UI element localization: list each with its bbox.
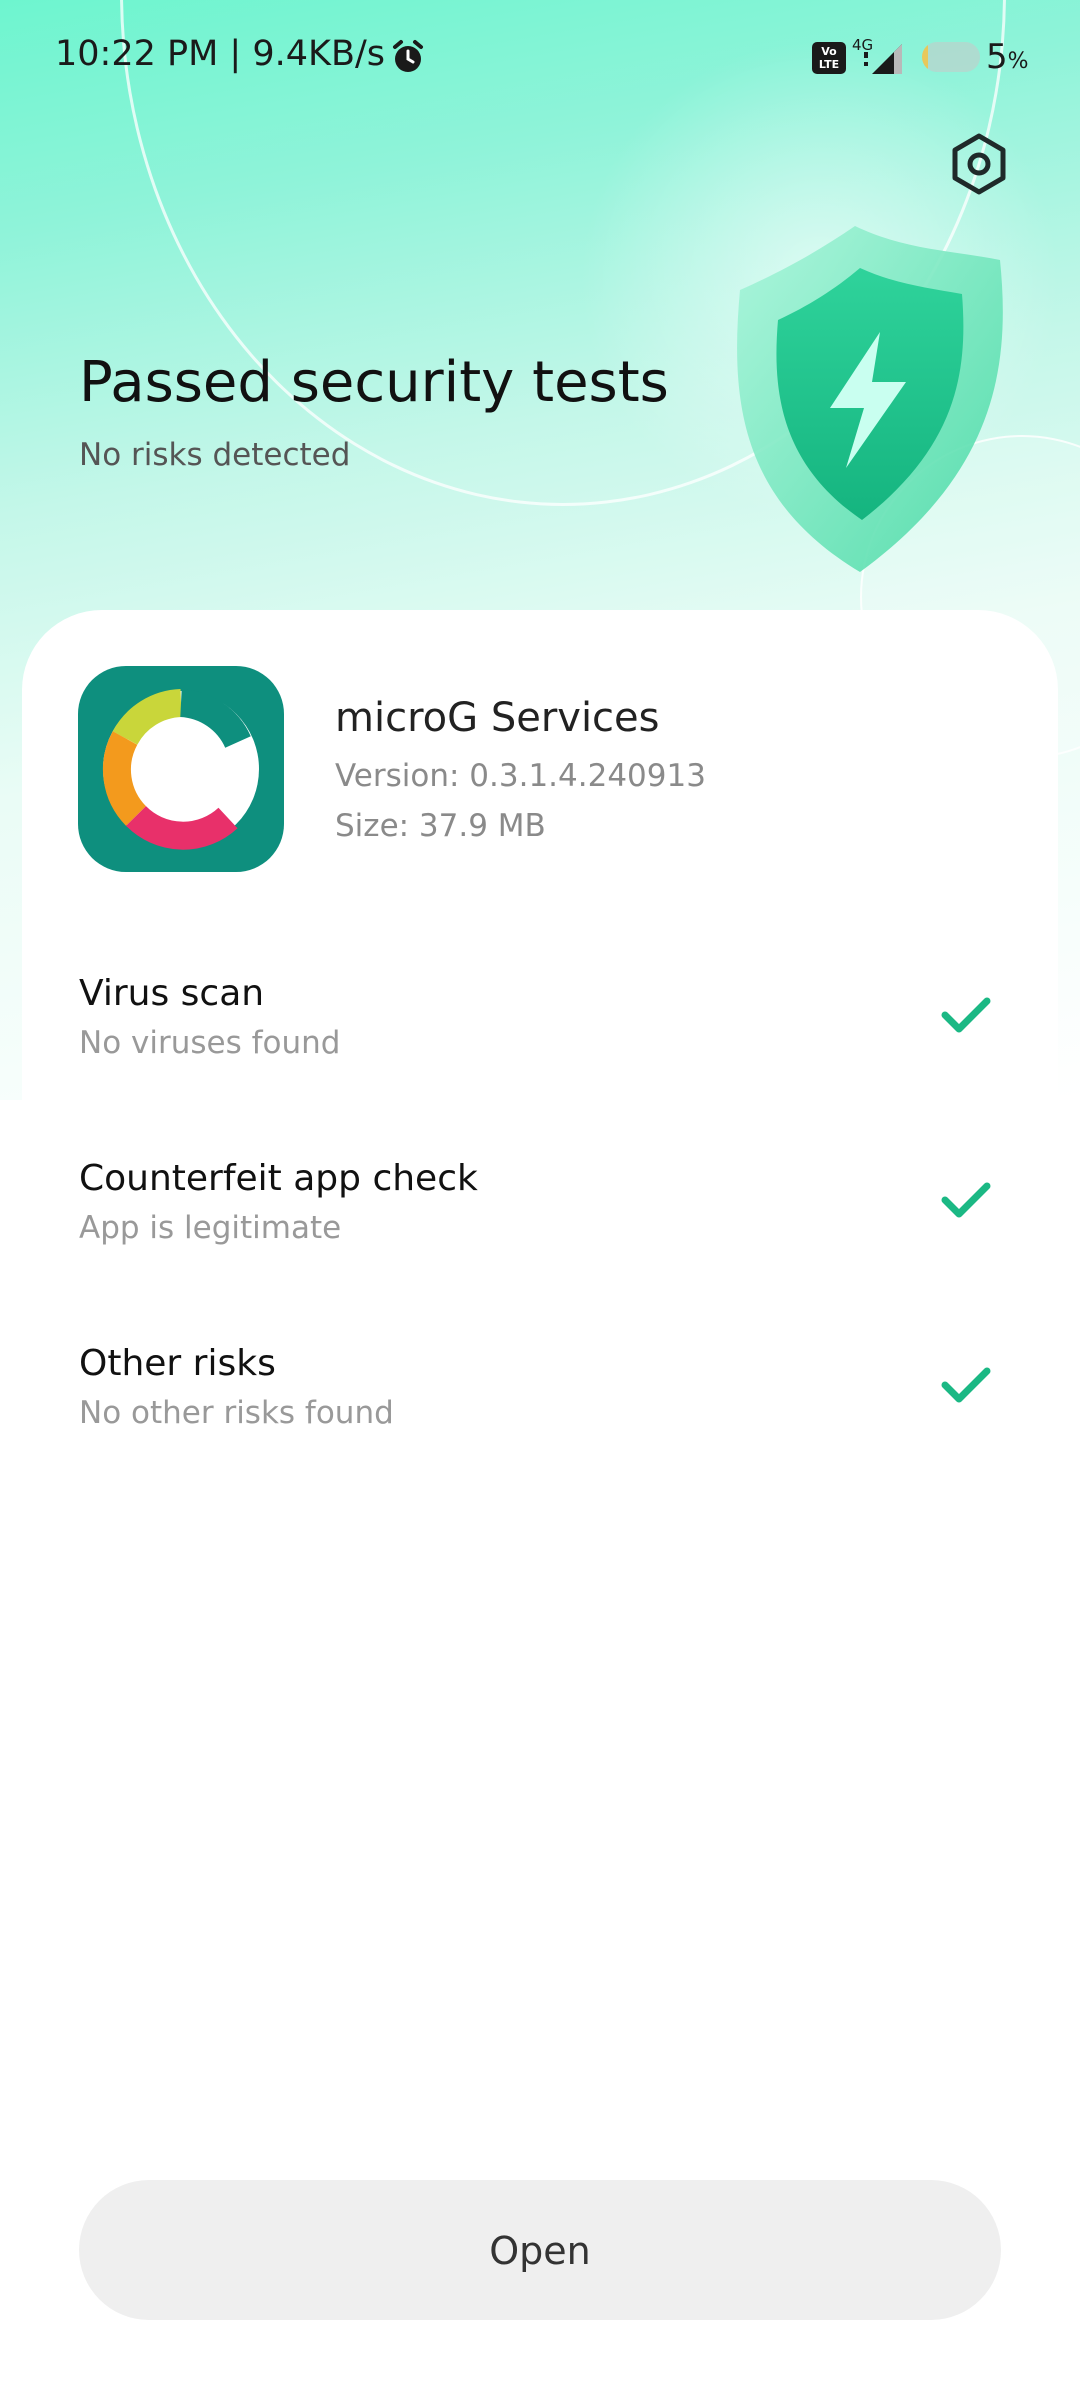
check-item-other-risks: Other risks No other risks found — [0, 1343, 1080, 1493]
check-title: Virus scan — [79, 973, 265, 1014]
checkmark-icon — [941, 997, 991, 1033]
app-icon — [78, 666, 284, 872]
cell-signal-icon — [864, 44, 902, 74]
volte-icon: Vo LTE — [812, 42, 846, 74]
page-subtitle: No risks detected — [79, 437, 351, 473]
app-details-card — [22, 610, 1058, 2400]
settings-gear-icon[interactable] — [945, 130, 1013, 198]
checkmark-icon — [941, 1182, 991, 1218]
open-button[interactable]: Open — [79, 2180, 1001, 2320]
page-title: Passed security tests — [79, 350, 669, 415]
battery-level-fill — [922, 42, 928, 72]
app-name: microG Services — [335, 695, 660, 741]
check-description: No viruses found — [79, 1025, 341, 1061]
status-bar: 10:22 PM | 9.4KB/s Vo LTE 4G 5% — [0, 0, 1080, 116]
check-description: App is legitimate — [79, 1210, 342, 1246]
battery-percent: 5% — [986, 37, 1029, 77]
check-item-counterfeit: Counterfeit app check App is legitimate — [0, 1158, 1080, 1308]
app-version: Version: 0.3.1.4.240913 — [335, 758, 706, 794]
status-time: 10:22 PM | 9.4KB/s — [55, 34, 385, 74]
battery-icon — [922, 42, 980, 72]
check-description: No other risks found — [79, 1395, 394, 1431]
microg-logo-icon — [102, 689, 259, 850]
alarm-clock-icon — [393, 40, 423, 72]
shield-lightning-icon — [737, 226, 1003, 572]
checkmark-icon — [941, 1367, 991, 1403]
app-size: Size: 37.9 MB — [335, 808, 546, 844]
check-title: Counterfeit app check — [79, 1158, 478, 1199]
check-item-virus-scan: Virus scan No viruses found — [0, 973, 1080, 1123]
check-title: Other risks — [79, 1343, 276, 1384]
